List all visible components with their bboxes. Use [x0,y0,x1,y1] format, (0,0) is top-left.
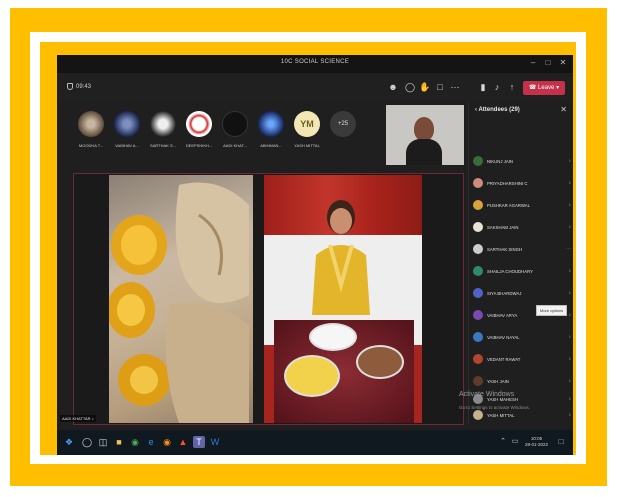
mic-off-icon: ♪ [568,412,572,418]
attendee-row[interactable]: SARTHAK SINGH ⋯ [473,239,571,259]
mic-off-icon: ♪ [91,416,94,421]
mic-icon[interactable]: ♪ [491,81,503,93]
attendees-panel: ‹ Attendees (29) ✕ NIKUNJ JAIN ♪ PRIYADHA… [468,101,573,425]
word-icon[interactable]: W [209,436,221,448]
meeting-timer: 09:43 [67,83,91,90]
food-video-tile [109,175,253,423]
mic-off-icon: ♪ [568,202,572,208]
search-icon[interactable]: ◯ [81,436,93,448]
mic-off-icon: ♪ [568,334,572,340]
mic-off-icon: ♪ [568,224,572,230]
brave-icon[interactable]: ▲ [177,436,189,448]
maximize-button[interactable]: □ [542,58,554,67]
avatar [473,354,483,364]
firefox-icon[interactable]: ◉ [161,436,173,448]
windows-taskbar: ❖ ◯ ◫ ■ ◉ e ◉ ▲ T W ⌃ ▭ 10:05 28-01-2022… [57,430,573,455]
person-figure [312,200,370,315]
mic-off-icon: ♪ [568,290,572,296]
notification-icon[interactable]: □ [555,436,567,448]
shield-icon [67,83,73,90]
avatar [473,244,483,254]
task-view-icon[interactable]: ◫ [97,436,109,448]
teams-icon[interactable]: T [193,436,205,448]
panel-title: ‹ Attendees (29) [475,107,520,113]
rooms-icon[interactable]: □ [434,81,446,93]
window-titlebar: 10C SOCIAL SCIENCE – □ ✕ [57,55,573,73]
chat-icon[interactable]: ◯ [404,81,416,93]
shared-video-stage [73,173,464,425]
windows-start-icon[interactable]: ❖ [63,436,75,448]
attendee-row[interactable]: YASH JAIN ♪ [473,371,571,391]
plate [309,323,357,351]
more-options-icon[interactable]: ⋯ [566,246,571,252]
speaker-video-tile [264,175,422,423]
more-icon[interactable]: ⋯ [449,81,461,93]
self-video-preview [386,105,464,165]
avatar [473,200,483,210]
mic-off-icon: ♪ [568,312,572,318]
speaker-name-label: AADI KHATTAR ♪ [60,415,96,422]
activate-windows-subtext: Go to Settings to activate Windows. [459,405,531,410]
attendee-row[interactable]: VAIBHAV NAYAL ♪ [473,327,571,347]
avatar [473,266,483,276]
people-icon[interactable]: ☻ [387,81,399,93]
avatar [473,376,483,386]
mic-off-icon: ♪ [568,180,572,186]
attendee-row[interactable]: VEDANT RAWAT ♪ [473,349,571,369]
close-panel-icon[interactable]: ✕ [560,105,567,114]
more-participants-button[interactable]: +25 [321,111,365,137]
tray-chevron-icon[interactable]: ⌃ [497,436,509,448]
activate-windows-watermark: Activate Windows [459,391,515,398]
taskbar-clock[interactable]: 10:05 28-01-2022 [525,436,548,448]
reactions-icon[interactable]: ✋ [419,81,431,93]
avatar [473,178,483,188]
jalebi-image [109,182,249,423]
close-button[interactable]: ✕ [557,58,569,67]
window-title: 10C SOCIAL SCIENCE [280,59,350,65]
share-icon[interactable]: ↑ [506,81,518,93]
battery-icon[interactable]: ▭ [509,436,521,448]
attendee-row[interactable]: SHAILJA CHOUDHARY ♪ [473,261,571,281]
plate [356,345,404,379]
edge-icon[interactable]: e [145,436,157,448]
phone-icon: ☎ [528,85,539,91]
mic-off-icon: ♪ [568,356,572,362]
teams-window: 10C SOCIAL SCIENCE – □ ✕ 09:43 ☻ ◯ ✋ □ ⋯… [57,55,573,455]
more-options-tooltip: More options [536,305,568,316]
plate [284,355,340,397]
meeting-toolbar: 09:43 ☻ ◯ ✋ □ ⋯ ▮ ♪ ↑ ☎ Leave ▾ [57,73,573,101]
attendee-row[interactable]: NIKUNJ JAIN ♪ [473,151,571,171]
attendee-row[interactable]: PRIYADHARSHINI C ♪ [473,173,571,193]
participant-strip: MOODHA T... VAIBHAV A... SARTHAK S... DE… [57,101,387,163]
chrome-icon[interactable]: ◉ [129,436,141,448]
leave-button[interactable]: ☎ Leave ▾ [523,81,565,95]
camera-icon[interactable]: ▮ [477,81,489,93]
avatar [473,410,483,420]
avatar [473,156,483,166]
mic-off-icon: ♪ [568,378,572,384]
avatar [473,222,483,232]
mic-off-icon: ♪ [568,396,572,402]
attendee-row[interactable]: PUSHKAR AGARWAL ♪ [473,195,571,215]
attendee-row[interactable]: SAKSHAM JAIN ♪ [473,217,571,237]
attendee-row[interactable]: SIYA BHARDWAJ ♪ [473,283,571,303]
minimize-button[interactable]: – [527,58,539,67]
mic-off-icon: ♪ [568,268,572,274]
file-explorer-icon[interactable]: ■ [113,436,125,448]
avatar [473,332,483,342]
avatar [473,310,483,320]
mic-off-icon: ♪ [568,158,572,164]
avatar [473,288,483,298]
